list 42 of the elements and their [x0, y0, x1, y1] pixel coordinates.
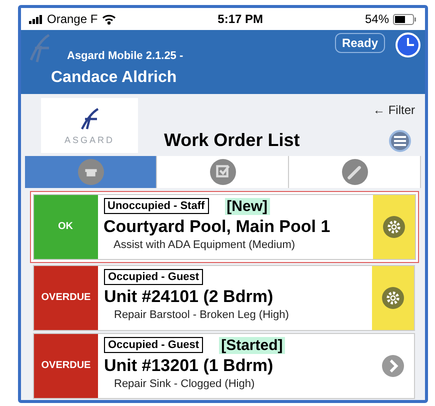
logo-text: ASGARD: [64, 134, 114, 144]
checkbox-icon: [210, 159, 236, 185]
status-label: OVERDUE: [34, 266, 98, 330]
work-order-row[interactable]: OK Unoccupied - Staff [New] Courtyard Pool, Main Pool 1 Assist with ADA Equipment (Medium): [30, 190, 418, 262]
battery-percent: 54%: [364, 12, 389, 26]
signal-icon: [29, 14, 43, 24]
clock-time: 5:17 PM: [218, 12, 264, 26]
list-icon: [394, 136, 406, 146]
ready-button[interactable]: Ready: [334, 33, 385, 53]
user-name: Candace Aldrich: [51, 69, 178, 87]
chevron-icon: [382, 354, 404, 376]
tab[interactable]: [25, 156, 157, 188]
page-title: Work Order List: [164, 130, 300, 151]
tab[interactable]: [157, 156, 289, 188]
occupancy-label: Occupied - Guest: [104, 337, 204, 353]
gear-icon: [382, 216, 404, 238]
task-text: Repair Barstool - Broken Leg (High): [114, 308, 290, 320]
app-version: Asgard Mobile 2.1.25 -: [67, 50, 184, 62]
task-text: Repair Sink - Clogged (High): [114, 378, 256, 390]
progress-tag: [Started]: [219, 336, 285, 354]
status-label: OVERDUE: [34, 334, 98, 398]
status-label: OK: [34, 194, 98, 258]
occupancy-label: Unoccupied - Staff: [104, 198, 209, 214]
progress-tag: [New]: [224, 198, 270, 214]
task-text: Assist with ADA Equipment (Medium): [114, 238, 296, 250]
location-text: Courtyard Pool, Main Pool 1: [104, 216, 332, 236]
filter-hint: ← Filter: [373, 103, 415, 117]
battery-icon: [393, 14, 417, 24]
tab[interactable]: [289, 156, 421, 188]
logo-icon: [78, 106, 100, 130]
action-button[interactable]: [372, 266, 414, 330]
work-order-row[interactable]: OVERDUE Occupied - Guest [Started] Unit #13201 (1 Bdrm) Repair Sink - Clogged (High): [33, 332, 415, 398]
work-order-row[interactable]: OVERDUE Occupied - Guest Unit #24101 (2 Bdrm) Repair Barstool - Broken Leg (High): [33, 264, 415, 330]
carrier-name: Orange F: [47, 12, 98, 26]
clock-icon[interactable]: [395, 32, 421, 58]
occupancy-label: Occupied - Guest: [104, 268, 204, 284]
location-text: Unit #24101 (2 Bdrm): [104, 286, 274, 306]
list-button[interactable]: [389, 130, 411, 152]
gear-icon: [382, 286, 404, 308]
location-text: Unit #13201 (1 Bdrm): [104, 356, 274, 376]
wifi-icon: [102, 14, 116, 24]
action-button[interactable]: [372, 194, 414, 258]
